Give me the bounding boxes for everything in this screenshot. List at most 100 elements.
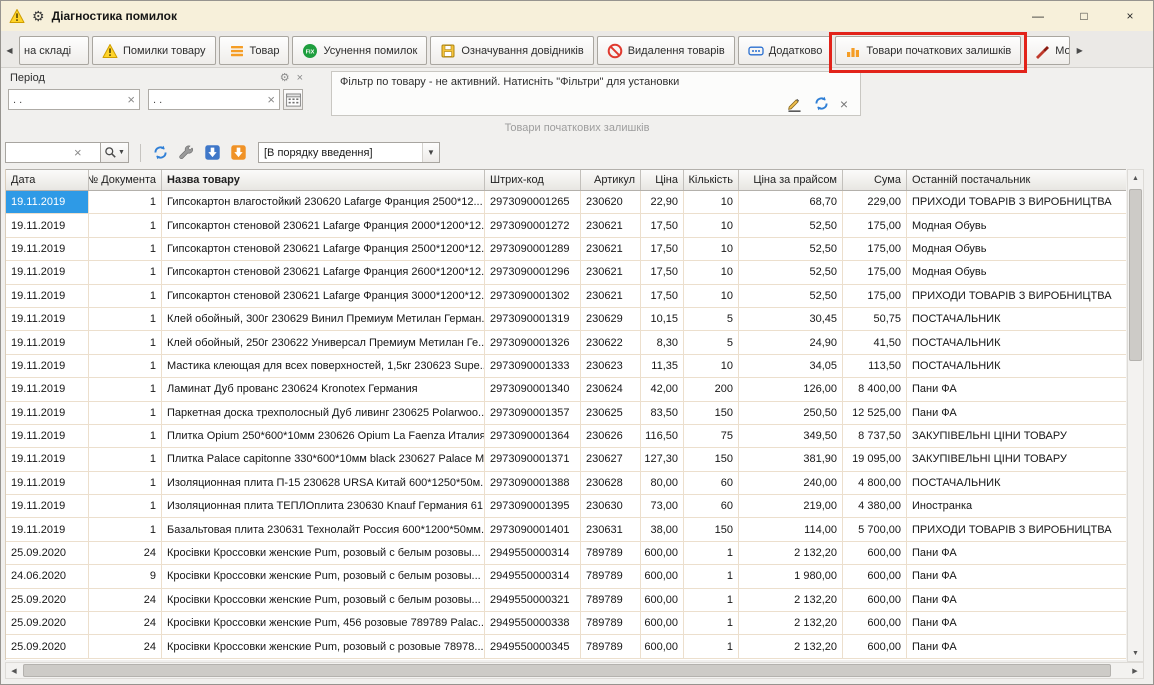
cell[interactable]: 175,00	[843, 261, 907, 283]
cell[interactable]: 5 700,00	[843, 518, 907, 540]
cell[interactable]: 25.09.2020	[6, 589, 89, 611]
scroll-down-icon[interactable]: ▼	[1128, 645, 1143, 661]
cell[interactable]: 789789	[581, 542, 641, 564]
cell[interactable]: Гипсокартон стеновой 230621 Lafarge Фран…	[162, 214, 485, 236]
cell[interactable]: 2973090001357	[485, 402, 581, 424]
cell[interactable]: 68,70	[739, 191, 843, 213]
scroll-up-icon[interactable]: ▲	[1128, 170, 1143, 186]
cell[interactable]: 19.11.2019	[6, 472, 89, 494]
cell[interactable]: 789789	[581, 565, 641, 587]
cell[interactable]: 600,00	[641, 565, 684, 587]
cell[interactable]: 2949550000314	[485, 565, 581, 587]
cell[interactable]: 1	[89, 191, 162, 213]
cell[interactable]: 24	[89, 542, 162, 564]
cell[interactable]: 19.11.2019	[6, 285, 89, 307]
cell[interactable]: Клей обойный, 300г 230629 Винил Премиум …	[162, 308, 485, 330]
cell[interactable]: 1	[89, 261, 162, 283]
cell[interactable]: 34,05	[739, 355, 843, 377]
cell[interactable]: 2 132,20	[739, 589, 843, 611]
cell[interactable]: 5	[684, 308, 739, 330]
cell[interactable]: 4 800,00	[843, 472, 907, 494]
column-header[interactable]: Останній постачальник	[907, 170, 1126, 190]
cell[interactable]: 19.11.2019	[6, 518, 89, 540]
cell[interactable]: 2973090001333	[485, 355, 581, 377]
cell[interactable]: 200	[684, 378, 739, 400]
cell[interactable]: 1	[89, 238, 162, 260]
cell[interactable]: 52,50	[739, 238, 843, 260]
cell[interactable]: 2973090001265	[485, 191, 581, 213]
cell[interactable]: 1	[89, 331, 162, 353]
table-row[interactable]: 25.09.202024Кросівки Кроссовки женские P…	[6, 635, 1126, 658]
cell[interactable]: 230630	[581, 495, 641, 517]
tab-product-errors[interactable]: Помилки товару	[92, 36, 216, 65]
cell[interactable]: 2973090001340	[485, 378, 581, 400]
cell[interactable]: 114,00	[739, 518, 843, 540]
cell[interactable]: Кросівки Кроссовки женские Pum, розовый …	[162, 635, 485, 657]
tab-additional[interactable]: Додатково	[738, 36, 833, 65]
cell[interactable]: 17,50	[641, 285, 684, 307]
column-header[interactable]: Дата	[6, 170, 89, 190]
date-to-input[interactable]: . . ×	[148, 89, 280, 110]
cell[interactable]: 1 980,00	[739, 565, 843, 587]
cell[interactable]: 10	[684, 355, 739, 377]
table-row[interactable]: 25.09.202024Кросівки Кроссовки женские P…	[6, 542, 1126, 565]
cell[interactable]: 19.11.2019	[6, 308, 89, 330]
cell[interactable]: 19.11.2019	[6, 448, 89, 470]
cell[interactable]: 2973090001364	[485, 425, 581, 447]
cell[interactable]: ПОСТАЧАЛЬНИК	[907, 355, 1126, 377]
cell[interactable]: 8 737,50	[843, 425, 907, 447]
cell[interactable]: Гипсокартон влагостойкий 230620 Lafarge …	[162, 191, 485, 213]
cell[interactable]: 1	[89, 425, 162, 447]
edit-filter-pencil-icon[interactable]	[786, 95, 803, 112]
cell[interactable]: 60	[684, 472, 739, 494]
cell[interactable]: 1	[684, 589, 739, 611]
cell[interactable]: 10,15	[641, 308, 684, 330]
cell[interactable]: Гипсокартон стеновой 230621 Lafarge Фран…	[162, 238, 485, 260]
tab-initial-stock-products[interactable]: Товари початкових залишків	[835, 36, 1021, 65]
cell[interactable]: 10	[684, 261, 739, 283]
cell[interactable]: 230621	[581, 214, 641, 236]
table-row[interactable]: 19.11.20191Изоляционная плита ТЕПЛОплита…	[6, 495, 1126, 518]
cell[interactable]: 1	[89, 495, 162, 517]
cell[interactable]: 24.06.2020	[6, 565, 89, 587]
cell[interactable]: Пани ФА	[907, 565, 1126, 587]
cell[interactable]: 60	[684, 495, 739, 517]
cell[interactable]: 19.11.2019	[6, 425, 89, 447]
cell[interactable]: 150	[684, 402, 739, 424]
clear-search-icon[interactable]: ×	[74, 146, 82, 159]
cell[interactable]: 230621	[581, 261, 641, 283]
cell[interactable]: 230623	[581, 355, 641, 377]
cell[interactable]: 11,35	[641, 355, 684, 377]
cell[interactable]: 789789	[581, 612, 641, 634]
cell[interactable]: ПОСТАЧАЛЬНИК	[907, 331, 1126, 353]
cell[interactable]: 230621	[581, 285, 641, 307]
cell[interactable]: 8 400,00	[843, 378, 907, 400]
cell[interactable]: 240,00	[739, 472, 843, 494]
cell[interactable]: 17,50	[641, 238, 684, 260]
cell[interactable]: Кросівки Кроссовки женские Pum, 456 розо…	[162, 612, 485, 634]
cell[interactable]: 150	[684, 518, 739, 540]
cell[interactable]: 2973090001319	[485, 308, 581, 330]
clear-date-icon[interactable]: ×	[127, 93, 135, 106]
cell[interactable]: 10	[684, 214, 739, 236]
tab-scroll-right-icon[interactable]: ▶	[1073, 36, 1086, 65]
cell[interactable]: 250,50	[739, 402, 843, 424]
cell[interactable]: 19.11.2019	[6, 214, 89, 236]
cell[interactable]: 5	[684, 331, 739, 353]
cell[interactable]: Иностранка	[907, 495, 1126, 517]
cell[interactable]: 24	[89, 612, 162, 634]
calendar-button[interactable]	[283, 89, 303, 110]
column-header[interactable]: Артикул	[581, 170, 641, 190]
cell[interactable]: ПОСТАЧАЛЬНИК	[907, 472, 1126, 494]
period-close-icon[interactable]: ×	[297, 72, 303, 84]
service-button[interactable]	[176, 143, 196, 163]
cell[interactable]: 600,00	[641, 612, 684, 634]
cell[interactable]: 22,90	[641, 191, 684, 213]
cell[interactable]: 75	[684, 425, 739, 447]
cell[interactable]: 19.11.2019	[6, 331, 89, 353]
cell[interactable]: Гипсокартон стеновой 230621 Lafarge Фран…	[162, 261, 485, 283]
cell[interactable]: Плитка Opium 250*600*10мм 230626 Opium L…	[162, 425, 485, 447]
table-row[interactable]: 19.11.20191Гипсокартон стеновой 230621 L…	[6, 261, 1126, 284]
cell[interactable]: ПРИХОДИ ТОВАРІВ З ВИРОБНИЦТВА	[907, 191, 1126, 213]
cell[interactable]: 50,75	[843, 308, 907, 330]
